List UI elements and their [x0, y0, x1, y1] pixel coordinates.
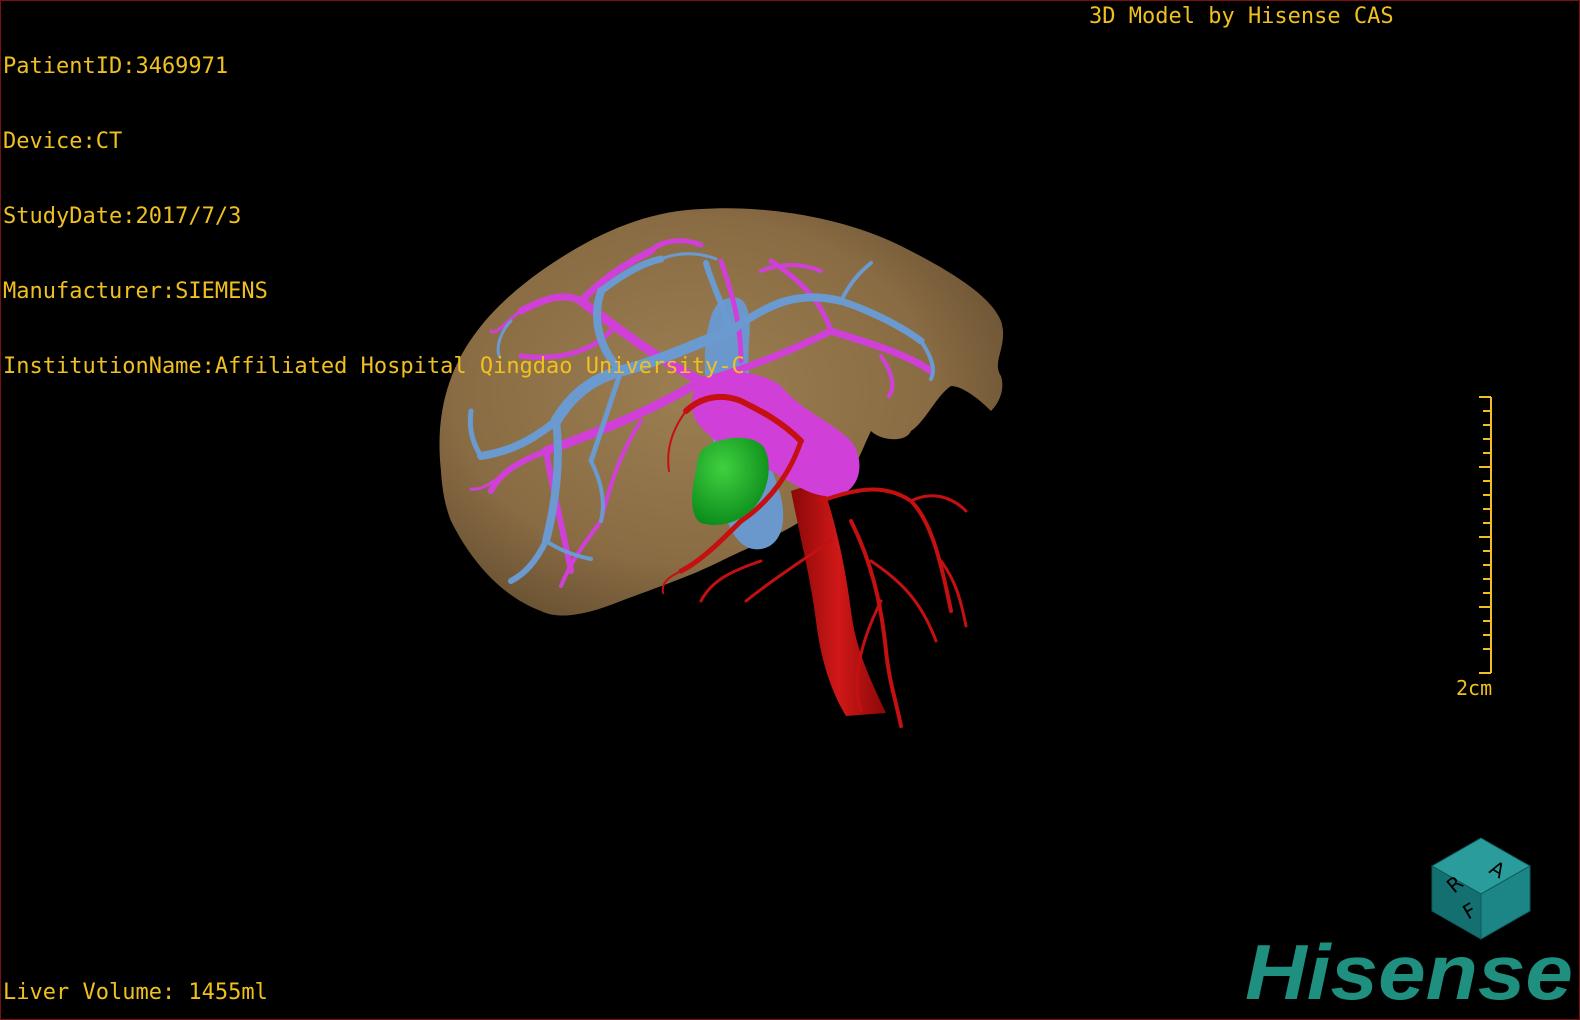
institution-name: InstitutionName:Affiliated Hospital Qing…: [3, 354, 745, 379]
3d-viewport[interactable]: PatientID:3469971 Device:CT StudyDate:20…: [0, 0, 1580, 1020]
hisense-logo-text: Hisense: [1245, 931, 1573, 1011]
manufacturer: Manufacturer:SIEMENS: [3, 279, 268, 304]
scale-bar: [1479, 396, 1492, 674]
aorta: [791, 481, 886, 716]
patient-info-panel: PatientID:3469971 Device:CT StudyDate:20…: [3, 4, 745, 429]
model-credit: 3D Model by Hisense CAS: [1089, 4, 1394, 29]
hisense-logo: Hisense: [1245, 931, 1573, 1011]
scale-bar-label: 2cm: [1456, 676, 1493, 700]
orientation-cube-icon[interactable]: R A F: [1426, 836, 1536, 941]
patient-id: PatientID:3469971: [3, 54, 229, 79]
liver-volume: Liver Volume: 1455ml: [3, 980, 268, 1005]
device: Device:CT: [3, 129, 123, 154]
study-date: StudyDate:2017/7/3: [3, 204, 242, 229]
